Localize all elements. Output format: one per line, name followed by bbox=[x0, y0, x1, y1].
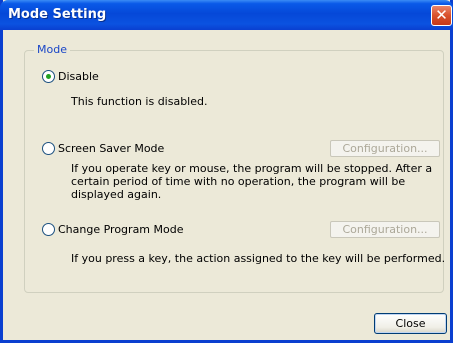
close-window-icon[interactable]: ✕ bbox=[431, 5, 452, 26]
disable-description: This function is disabled. bbox=[71, 95, 208, 108]
change-program-configuration-button[interactable]: Configuration... bbox=[330, 221, 440, 238]
window-title: Mode Setting bbox=[8, 7, 107, 22]
change-program-mode-description: If you press a key, the action assigned … bbox=[71, 252, 446, 265]
title-bar[interactable]: Mode Setting ✕ bbox=[0, 0, 453, 30]
screen-saver-mode-label[interactable]: Screen Saver Mode bbox=[58, 142, 164, 155]
disable-label[interactable]: Disable bbox=[58, 70, 99, 83]
change-program-mode-label[interactable]: Change Program Mode bbox=[58, 223, 184, 236]
screen-saver-configuration-button[interactable]: Configuration... bbox=[330, 140, 440, 157]
screen-saver-mode-radio[interactable] bbox=[42, 142, 55, 155]
change-program-mode-radio[interactable] bbox=[42, 223, 55, 236]
mode-group-label: Mode bbox=[34, 43, 70, 56]
disable-radio[interactable] bbox=[42, 70, 55, 83]
close-button[interactable]: Close bbox=[374, 313, 447, 334]
screen-saver-mode-description: If you operate key or mouse, the program… bbox=[71, 162, 433, 201]
mode-setting-dialog: Mode Setting ✕ Mode Disable This functio… bbox=[0, 0, 453, 343]
